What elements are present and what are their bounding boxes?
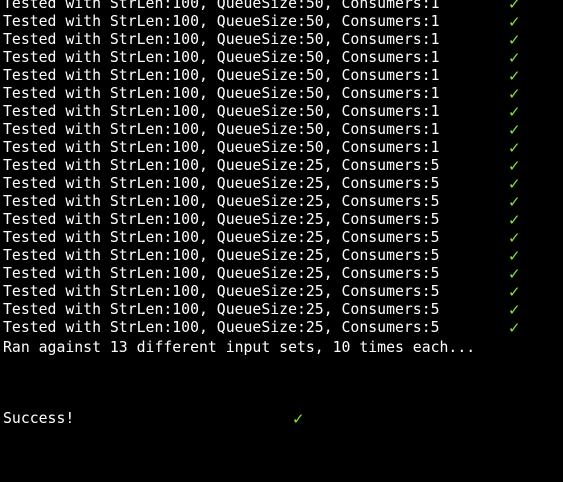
check-icon: ✓ xyxy=(292,410,305,428)
success-line: Success! ✓ xyxy=(3,410,305,428)
test-result-text: Tested with StrLen:100, QueueSize:25, Co… xyxy=(3,157,440,174)
summary-text: Ran against 13 different input sets, 10 … xyxy=(3,339,476,356)
terminal-window[interactable]: Tested with StrLen:100, QueueSize:50, Co… xyxy=(0,0,563,428)
check-icon: ✓ xyxy=(508,139,521,157)
check-icon: ✓ xyxy=(508,319,521,337)
test-result-text: Tested with StrLen:100, QueueSize:25, Co… xyxy=(3,247,440,264)
test-result-text: Tested with StrLen:100, QueueSize:25, Co… xyxy=(3,211,440,228)
check-icon: ✓ xyxy=(508,211,521,229)
test-result-text: Tested with StrLen:100, QueueSize:25, Co… xyxy=(3,229,440,246)
test-result-text: Tested with StrLen:100, QueueSize:25, Co… xyxy=(3,283,440,300)
test-result-text: Tested with StrLen:100, QueueSize:25, Co… xyxy=(3,319,440,336)
test-result-text: Tested with StrLen:100, QueueSize:25, Co… xyxy=(3,175,440,192)
check-icon: ✓ xyxy=(508,13,521,31)
check-icon: ✓ xyxy=(508,49,521,67)
test-result-text: Tested with StrLen:100, QueueSize:50, Co… xyxy=(3,0,440,12)
check-icon: ✓ xyxy=(508,31,521,49)
check-icon: ✓ xyxy=(508,121,521,139)
test-result-text: Tested with StrLen:100, QueueSize:25, Co… xyxy=(3,301,440,318)
check-icon: ✓ xyxy=(508,103,521,121)
success-text: Success! xyxy=(3,410,75,427)
summary-line: Ran against 13 different input sets, 10 … xyxy=(3,339,475,357)
test-result-text: Tested with StrLen:100, QueueSize:50, Co… xyxy=(3,85,440,102)
check-icon: ✓ xyxy=(508,193,521,211)
check-icon: ✓ xyxy=(508,283,521,301)
test-result-text: Tested with StrLen:100, QueueSize:50, Co… xyxy=(3,13,440,30)
test-result-text: Tested with StrLen:100, QueueSize:25, Co… xyxy=(3,193,440,210)
test-result-text: Tested with StrLen:100, QueueSize:50, Co… xyxy=(3,31,440,48)
check-icon: ✓ xyxy=(508,247,521,265)
check-icon: ✓ xyxy=(508,157,521,175)
test-result-text: Tested with StrLen:100, QueueSize:50, Co… xyxy=(3,139,440,156)
test-result-text: Tested with StrLen:100, QueueSize:50, Co… xyxy=(3,67,440,84)
check-icon: ✓ xyxy=(508,0,521,13)
test-result-text: Tested with StrLen:100, QueueSize:50, Co… xyxy=(3,121,440,138)
check-icon: ✓ xyxy=(508,229,521,247)
check-icon: ✓ xyxy=(508,301,521,319)
test-result-text: Tested with StrLen:100, QueueSize:50, Co… xyxy=(3,49,440,66)
check-icon: ✓ xyxy=(508,265,521,283)
check-icon: ✓ xyxy=(508,67,521,85)
test-result-text: Tested with StrLen:100, QueueSize:50, Co… xyxy=(3,103,440,120)
check-icon: ✓ xyxy=(508,175,521,193)
check-icon: ✓ xyxy=(508,85,521,103)
test-result-text: Tested with StrLen:100, QueueSize:25, Co… xyxy=(3,265,440,282)
